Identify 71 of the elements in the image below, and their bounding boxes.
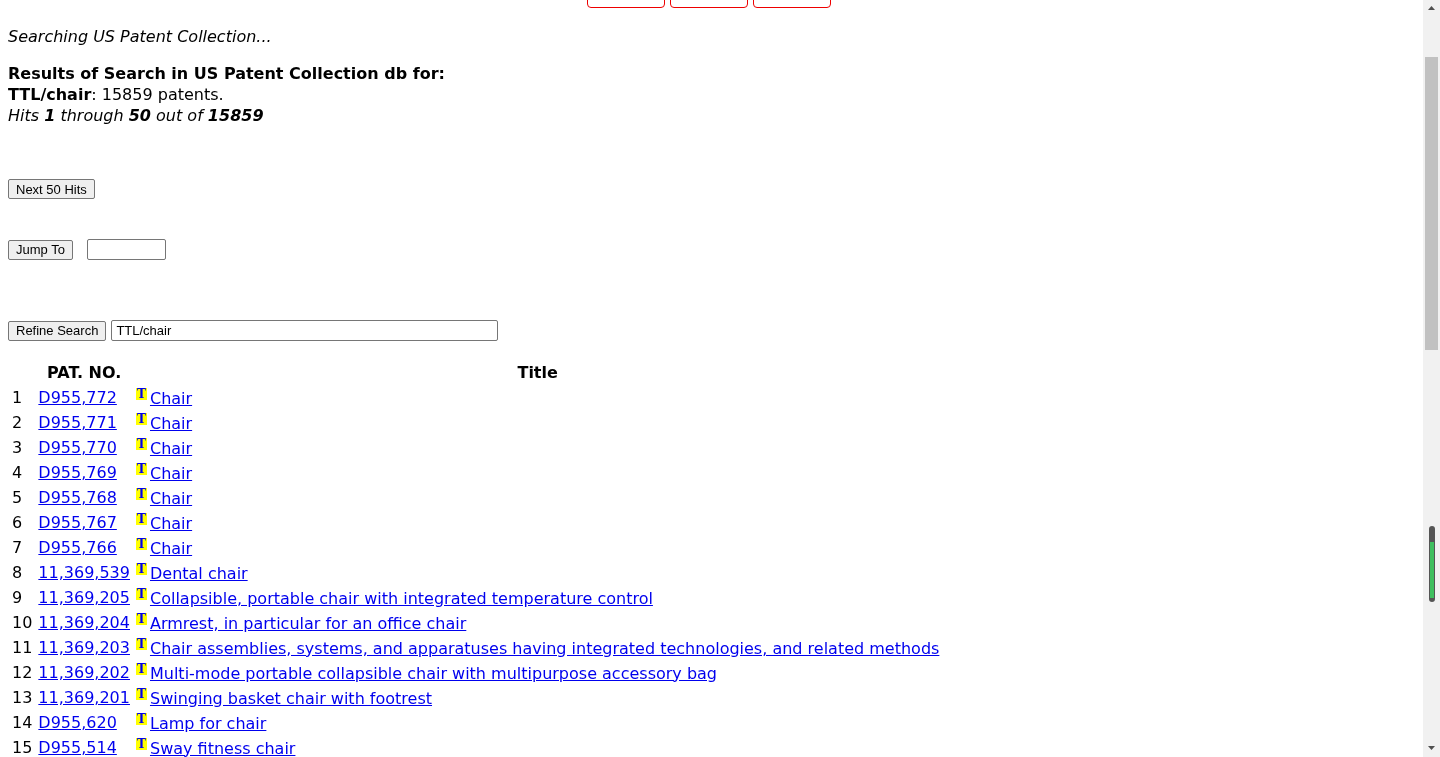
patent-number-link[interactable]: D955,772 (38, 388, 117, 407)
patent-title-link[interactable]: Lamp for chair (149, 713, 267, 733)
full-text-icon[interactable]: T (135, 462, 147, 475)
row-number: 14 (11, 712, 34, 734)
patent-title-link[interactable]: Collapsible, portable chair with integrated temperature control (149, 588, 653, 608)
patent-title-link[interactable]: Armrest, in particular for an office chair (149, 613, 467, 633)
hits-summary: Hits 1 through 50 out of 15859 (8, 105, 265, 126)
patent-title-link[interactable]: Chair (149, 413, 193, 433)
row-number: 13 (11, 687, 34, 709)
full-text-icon[interactable]: T (135, 437, 147, 450)
patent-number-link[interactable]: D955,620 (38, 713, 117, 732)
jump-to-button[interactable]: Jump To (8, 239, 73, 260)
patent-number-link[interactable]: 11,369,203 (38, 638, 130, 657)
full-text-icon[interactable]: T (135, 637, 147, 650)
full-text-icon[interactable]: T (135, 387, 147, 400)
jump-to-field[interactable] (86, 239, 166, 260)
patent-number-link[interactable]: D955,768 (38, 488, 117, 507)
patent-number-link[interactable]: D955,769 (38, 463, 117, 482)
row-number: 10 (11, 612, 34, 634)
row-number: 2 (11, 412, 24, 434)
query-summary: TTL/chair: 15859 patents. (8, 84, 225, 105)
results-heading: Results of Search in US Patent Collection db for: (8, 63, 446, 84)
patent-number-link[interactable]: 11,369,202 (38, 663, 130, 682)
patent-title-link[interactable]: Chair (149, 538, 193, 558)
patent-number-link[interactable]: 11,369,201 (38, 688, 130, 707)
full-text-icon[interactable]: T (135, 537, 147, 550)
row-number: 1 (11, 387, 24, 409)
column-header: PAT. NO. (46, 362, 123, 384)
patent-title-link[interactable]: Multi-mode portable collapsible chair with multipurpose accessory bag (149, 663, 717, 683)
patent-title-link[interactable]: Chair (149, 438, 193, 458)
row-number: 5 (11, 487, 24, 509)
patent-number-link[interactable]: D955,771 (38, 413, 117, 432)
patent-title-link[interactable]: Dental chair (149, 563, 248, 583)
patent-number-link[interactable]: 11,369,204 (38, 613, 130, 632)
column-header: Title (516, 362, 559, 384)
refine-search-field[interactable]: TTL/chair (111, 320, 499, 341)
patent-number-link[interactable]: 11,369,205 (38, 588, 130, 607)
patent-number-link[interactable]: D955,514 (38, 738, 117, 757)
full-text-icon[interactable]: T (135, 562, 147, 575)
row-number: 9 (11, 587, 24, 609)
full-text-icon[interactable]: T (135, 487, 147, 500)
patent-number-link[interactable]: D955,766 (38, 538, 117, 557)
full-text-icon[interactable]: T (135, 612, 147, 625)
full-text-icon[interactable]: T (135, 512, 147, 525)
patent-title-link[interactable]: Swinging basket chair with footrest (149, 688, 433, 708)
patent-number-link[interactable]: D955,770 (38, 438, 117, 457)
patent-title-link[interactable]: Chair (149, 388, 193, 408)
full-text-icon[interactable]: T (135, 737, 147, 750)
row-number: 15 (11, 737, 34, 757)
full-text-icon[interactable]: T (135, 662, 147, 675)
status-text: Searching US Patent Collection... (8, 26, 273, 47)
patent-title-link[interactable]: Chair assemblies, systems, and apparatuses having integrated technologies, and related methods (149, 638, 940, 658)
row-number: 3 (11, 437, 24, 459)
row-number: 4 (11, 462, 24, 484)
full-text-icon[interactable]: T (135, 712, 147, 725)
patent-title-link[interactable]: Sway fitness chair (149, 738, 296, 757)
refine-search-button[interactable]: Refine Search (8, 320, 107, 341)
patent-number-link[interactable]: 11,369,539 (38, 563, 130, 582)
full-text-icon[interactable]: T (135, 412, 147, 425)
patent-title-link[interactable]: Chair (149, 488, 193, 508)
patent-title-link[interactable]: Chair (149, 463, 193, 483)
full-text-icon[interactable]: T (135, 687, 147, 700)
row-number: 6 (11, 512, 24, 534)
row-number: 7 (11, 537, 24, 559)
next-hits-button[interactable]: Next 50 Hits (8, 179, 95, 199)
row-number: 11 (11, 637, 34, 659)
row-number: 8 (11, 562, 24, 584)
full-text-icon[interactable]: T (135, 587, 147, 600)
row-number: 12 (11, 662, 34, 684)
patent-title-link[interactable]: Chair (149, 513, 193, 533)
patent-number-link[interactable]: D955,767 (38, 513, 117, 532)
